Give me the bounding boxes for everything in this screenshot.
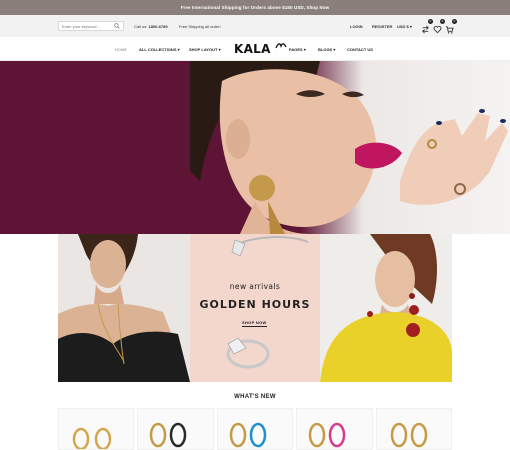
product-card[interactable] <box>375 408 453 450</box>
hoop-earring-image <box>308 422 346 448</box>
nav-pages[interactable]: PAGES ▾ <box>289 47 306 52</box>
cart-button[interactable]: 0 <box>445 19 457 34</box>
shipping-note: Free Shipping all order! <box>179 24 221 29</box>
top-utility-bar: Call us: 1800-6789 Free Shipping all ord… <box>0 15 510 37</box>
nav-all-collections-label: ALL COLLECTIONS <box>139 47 177 52</box>
necklace-model-image <box>58 234 190 382</box>
logo-mark-icon <box>275 43 287 49</box>
hero-model-image <box>190 61 508 234</box>
earring-model-image <box>320 234 452 382</box>
phone-label: Call us: <box>134 24 148 29</box>
chevron-down-icon: ▾ <box>218 47 221 52</box>
product-card[interactable] <box>216 408 294 450</box>
hoop-earring-image <box>229 422 267 448</box>
banner-golden-hours[interactable]: new arrivals GOLDEN HOURS SHOP NOW <box>190 234 320 382</box>
nav-home[interactable]: HOME <box>115 47 127 52</box>
hoop-earring-image <box>72 427 112 449</box>
heart-icon <box>433 26 442 34</box>
currency-label: USD $ <box>397 24 409 29</box>
chevron-down-icon: ▾ <box>409 24 412 29</box>
nav-blogs-label: BLOGS <box>318 47 333 52</box>
hoop-earring-image <box>150 422 187 448</box>
banner-necklace[interactable] <box>58 234 190 382</box>
register-link[interactable]: REGISTER <box>372 24 392 29</box>
nav-all-collections[interactable]: ALL COLLECTIONS ▾ <box>139 47 180 52</box>
nav-pages-label: PAGES <box>289 47 303 52</box>
phone-number: 1800-6789 <box>148 24 168 29</box>
phone-info: Call us: 1800-6789 <box>134 24 168 29</box>
product-grid <box>58 408 453 450</box>
cart-count-badge: 0 <box>452 19 457 24</box>
product-card[interactable] <box>58 408 135 450</box>
compare-button[interactable]: 0 <box>421 19 433 34</box>
shop-now-link[interactable]: SHOP NOW <box>242 320 267 327</box>
nav-contact-us[interactable]: CONTACT US <box>347 47 373 52</box>
product-card[interactable] <box>296 408 373 450</box>
nav-shop-layout-label: SHOP LAYOUT <box>189 47 218 52</box>
hoop-earring-image <box>390 422 427 448</box>
site-logo[interactable]: KALA <box>234 42 287 56</box>
nav-shop-layout[interactable]: SHOP LAYOUT ▾ <box>189 47 221 52</box>
banner-subtitle: new arrivals <box>229 282 281 291</box>
section-title: WHAT'S NEW <box>234 394 276 400</box>
banner-title: GOLDEN HOURS <box>199 298 311 311</box>
product-card[interactable] <box>137 408 214 450</box>
banner-row: new arrivals GOLDEN HOURS SHOP NOW <box>58 234 452 382</box>
currency-selector[interactable]: USD $ ▾ <box>397 24 412 29</box>
main-nav: HOME ALL COLLECTIONS ▾ SHOP LAYOUT ▾ KAL… <box>0 37 510 61</box>
logo-text: KALA <box>234 42 271 56</box>
banner-earrings[interactable] <box>320 234 452 382</box>
hero-slider[interactable] <box>0 61 510 234</box>
cart-icon <box>445 26 454 34</box>
wishlist-button[interactable]: 0 <box>433 19 445 34</box>
chevron-down-icon: ▾ <box>333 47 336 52</box>
chevron-down-icon: ▾ <box>177 47 180 52</box>
chevron-down-icon: ▾ <box>303 47 306 52</box>
search-icon[interactable] <box>114 23 120 29</box>
nav-blogs[interactable]: BLOGS ▾ <box>318 47 335 52</box>
promo-bar[interactable]: Free International Shipping for Orders a… <box>0 0 510 15</box>
compare-icon <box>422 25 429 34</box>
login-link[interactable]: LOGIN <box>350 24 363 29</box>
